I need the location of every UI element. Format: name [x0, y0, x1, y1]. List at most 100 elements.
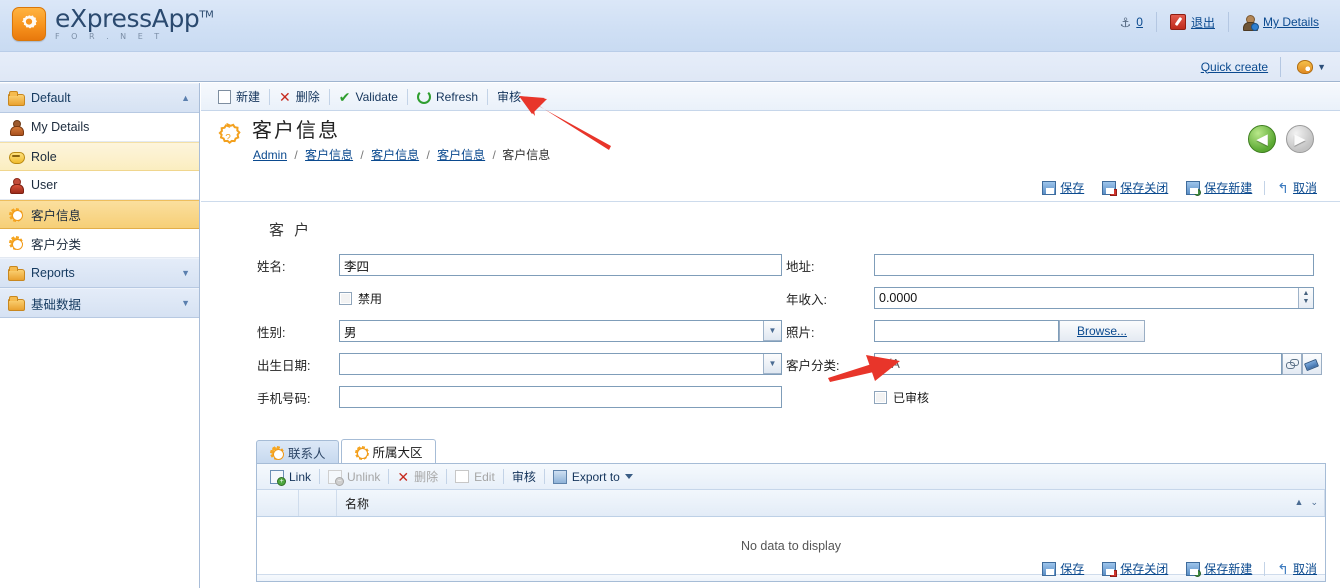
filter-icon[interactable]: ⌄: [1310, 497, 1318, 508]
save-label[interactable]: 保存: [1060, 179, 1084, 196]
chain-icon: [1285, 358, 1299, 370]
unlink-button-label: Unlink: [347, 469, 381, 484]
quick-create-link[interactable]: Quick create: [1201, 60, 1268, 74]
breadcrumb: Admin / 客户信息 / 客户信息 / 客户信息 / 客户信息: [252, 146, 550, 163]
sidebar-item-role[interactable]: Role: [0, 142, 199, 171]
address-input[interactable]: [874, 254, 1314, 276]
grid-edit-label: Edit: [474, 469, 495, 484]
birthdate-input[interactable]: [339, 353, 782, 375]
theme-selector-button[interactable]: ▼: [1291, 58, 1334, 76]
income-stepper[interactable]: ▲ ▼: [1298, 288, 1313, 308]
logout-label[interactable]: 退出: [1191, 14, 1215, 31]
next-record-button[interactable]: ▶: [1286, 125, 1314, 153]
save-and-close-label[interactable]: 保存关闭: [1120, 179, 1168, 196]
sidebar-item-my-details[interactable]: My Details: [0, 113, 199, 142]
refresh-icon: [416, 89, 431, 104]
field-address: 地址:: [786, 252, 1326, 278]
photo-label: 照片:: [786, 325, 815, 340]
page-header: ? 客户信息 Admin / 客户信息 / 客户信息 / 客户信息 / 客户信息: [201, 111, 1340, 177]
cancel-label[interactable]: 取消: [1293, 179, 1317, 196]
delete-button[interactable]: ✕ 删除: [270, 86, 329, 107]
export-to-button[interactable]: Export to: [545, 468, 641, 486]
my-details-button[interactable]: My Details: [1229, 14, 1332, 31]
check-icon: ✔: [338, 88, 351, 105]
disabled-checkbox[interactable]: [339, 291, 352, 305]
sidebar-group-base-data[interactable]: 基础数据 ▼: [0, 288, 199, 318]
income-input[interactable]: 0.0000: [874, 287, 1314, 309]
breadcrumb-separator: /: [360, 148, 364, 162]
category-clear-button[interactable]: [1302, 353, 1322, 375]
sub-header-separator: [1280, 56, 1282, 77]
sidebar-item-user[interactable]: User: [0, 171, 199, 200]
save-and-close-button[interactable]: 保存关闭: [1093, 179, 1177, 196]
link-button[interactable]: + Link: [262, 468, 319, 486]
tab-regions[interactable]: 所属大区: [340, 439, 436, 463]
stepper-up-icon: ▲: [1302, 290, 1310, 297]
category-link-button[interactable]: [1282, 353, 1302, 375]
cancel-label[interactable]: 取消: [1293, 560, 1317, 577]
export-to-label: Export to: [571, 469, 620, 484]
save-and-new-button[interactable]: 保存新建: [1177, 179, 1261, 196]
save-button-bottom[interactable]: 保存: [1033, 560, 1093, 577]
name-input[interactable]: 李四: [339, 254, 782, 276]
save-and-new-label[interactable]: 保存新建: [1204, 179, 1252, 196]
chevron-down-icon: ▼: [181, 298, 190, 308]
breadcrumb-item-0[interactable]: Admin: [253, 148, 287, 162]
gender-select[interactable]: 男: [339, 320, 782, 342]
sidebar-item-customer-info[interactable]: 客户信息: [0, 200, 199, 229]
breadcrumb-item-1[interactable]: 客户信息: [305, 148, 353, 162]
logout-button[interactable]: 退出: [1157, 14, 1228, 31]
field-birthdate: 出生日期: ▼: [249, 351, 786, 377]
sort-asc-icon[interactable]: ▲: [1295, 497, 1304, 508]
audited-checkbox-label: 已审核: [893, 390, 930, 405]
audit-button[interactable]: 审核: [488, 86, 530, 107]
save-label[interactable]: 保存: [1060, 560, 1084, 577]
save-and-close-button-bottom[interactable]: 保存关闭: [1093, 560, 1177, 577]
category-input[interactable]: N/A: [874, 353, 1282, 375]
refresh-button-label: Refresh: [435, 89, 479, 104]
category-label: 客户分类:: [786, 358, 840, 373]
new-document-icon: [218, 89, 231, 104]
arrow-left-icon: ◀: [1256, 130, 1268, 148]
user-icon: [8, 177, 24, 194]
page-title: 客户信息: [252, 120, 340, 142]
delete-x-icon: ✕: [397, 468, 410, 485]
validate-button[interactable]: ✔ Validate: [330, 88, 407, 106]
notification-count-link[interactable]: 0: [1136, 15, 1143, 29]
browse-label[interactable]: Browse...: [1077, 324, 1127, 338]
grid-column-name[interactable]: 名称: [337, 490, 1325, 516]
save-and-new-button-bottom[interactable]: 保存新建: [1177, 560, 1261, 577]
my-details-label[interactable]: My Details: [1263, 15, 1319, 29]
calendar-dropdown-icon[interactable]: ▼: [763, 354, 781, 374]
browse-button[interactable]: Browse...: [1059, 320, 1145, 342]
breadcrumb-item-2[interactable]: 客户信息: [371, 148, 419, 162]
name-label: 姓名:: [257, 259, 286, 274]
mask-icon: [8, 149, 25, 165]
save-and-new-label[interactable]: 保存新建: [1204, 560, 1252, 577]
cancel-button-bottom[interactable]: ↰ 取消: [1268, 560, 1326, 577]
refresh-button[interactable]: Refresh: [408, 88, 487, 106]
tab-contacts[interactable]: 联系人: [256, 440, 339, 463]
notification-counter[interactable]: ⚓ 0: [1107, 15, 1156, 29]
sidebar-group-default[interactable]: Default ▲: [0, 83, 199, 113]
save-button[interactable]: 保存: [1033, 179, 1093, 196]
breadcrumb-item-3[interactable]: 客户信息: [437, 148, 485, 162]
logo-subtitle: F O R . N E T: [55, 32, 164, 41]
grid-select-column: [257, 490, 299, 516]
sidebar-item-customer-category[interactable]: 客户分类: [0, 229, 199, 258]
sidebar-group-reports[interactable]: Reports ▼: [0, 258, 199, 288]
app-header: eXpressAppTM F O R . N E T ⚓ 0 退出 My Det…: [0, 0, 1340, 52]
grid-audit-button[interactable]: 审核: [504, 466, 544, 487]
tab-strip: 联系人 所属大区: [256, 439, 1326, 463]
photo-input[interactable]: [874, 320, 1059, 342]
chevron-down-icon[interactable]: ▼: [763, 321, 781, 341]
gear-icon: [269, 445, 284, 460]
sidebar-item-label: 客户分类: [31, 237, 82, 252]
save-and-close-label[interactable]: 保存关闭: [1120, 560, 1168, 577]
new-button[interactable]: 新建: [209, 86, 269, 107]
previous-record-button[interactable]: ◀: [1248, 125, 1276, 153]
field-name: 姓名: 李四: [249, 252, 786, 278]
mobile-input[interactable]: [339, 386, 782, 408]
audited-checkbox[interactable]: [874, 390, 887, 404]
cancel-button[interactable]: ↰ 取消: [1268, 179, 1326, 196]
